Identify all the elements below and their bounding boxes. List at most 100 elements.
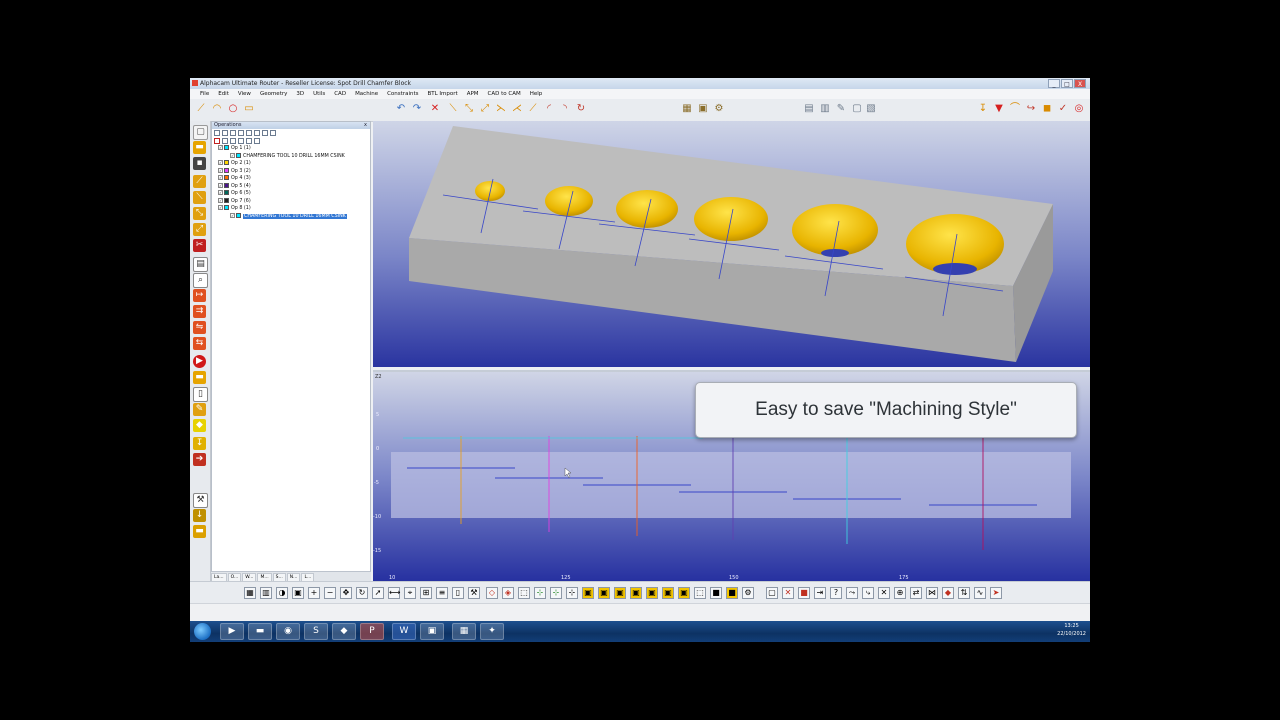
red-arrow-icon[interactable]: ➤ bbox=[990, 587, 1002, 599]
menu-3d[interactable]: 3D bbox=[292, 89, 309, 99]
menu-file[interactable]: File bbox=[196, 89, 214, 99]
drill-bit-icon[interactable]: ↓ bbox=[193, 509, 206, 522]
tool-path-icon[interactable]: ↪ bbox=[1024, 102, 1038, 116]
undo-icon[interactable]: ↶ bbox=[394, 102, 408, 116]
powerpoint-icon[interactable]: P bbox=[360, 623, 384, 640]
operation-checkbox[interactable]: ✓ bbox=[230, 152, 235, 158]
cutter-icon[interactable]: ◼ bbox=[1040, 102, 1054, 116]
gear-icon[interactable]: ⚙ bbox=[742, 587, 754, 599]
operations-panel-close[interactable]: x bbox=[364, 122, 367, 129]
simulate-icon[interactable]: ✓ bbox=[1056, 102, 1070, 116]
print-icon[interactable]: ▤ bbox=[193, 257, 208, 272]
axis-2-icon[interactable]: ⊹ bbox=[550, 587, 562, 599]
operation-checkbox[interactable]: ✓ bbox=[218, 182, 223, 188]
menu-machine[interactable]: Machine bbox=[351, 89, 383, 99]
tool-icon[interactable]: ✦ bbox=[480, 623, 504, 640]
operation-checkbox[interactable]: ✓ bbox=[218, 190, 223, 195]
wrench-tool-icon[interactable]: ⚒ bbox=[468, 587, 480, 599]
open-folder-icon[interactable]: ▬ bbox=[193, 141, 206, 154]
extend-icon[interactable]: ⤡ bbox=[462, 102, 476, 116]
zoom-out-icon[interactable]: − bbox=[324, 587, 336, 599]
solid-front-icon[interactable]: ▣ bbox=[598, 587, 610, 599]
fillet-icon[interactable]: ◜ bbox=[542, 102, 556, 116]
arrow-icon[interactable]: ➔ bbox=[193, 453, 206, 466]
edit-icon[interactable]: ✎ bbox=[834, 102, 848, 116]
browser-icon[interactable]: ◉ bbox=[276, 623, 300, 640]
operation-tool-row[interactable]: ✓ CHAMFERING TOOL 10 DRILL 16MM CSINK bbox=[214, 212, 370, 221]
box-wire-icon[interactable]: ⬚ bbox=[518, 587, 530, 599]
settings-gear-icon[interactable]: ⚙ bbox=[712, 102, 726, 116]
trim-icon[interactable]: ⟍ bbox=[446, 102, 460, 116]
view-iso-icon[interactable]: ▣ bbox=[292, 587, 304, 599]
layer-icon[interactable]: ▦ bbox=[680, 102, 694, 116]
view-front-icon[interactable]: ▥ bbox=[260, 587, 272, 599]
axis-icon[interactable]: ⊹ bbox=[534, 587, 546, 599]
hide-op-icon[interactable] bbox=[254, 138, 260, 144]
operation-checkbox[interactable]: ✓ bbox=[218, 167, 223, 173]
snap-icon[interactable]: ⌖ bbox=[404, 587, 416, 599]
move-up-icon[interactable] bbox=[254, 130, 260, 136]
wrench-icon[interactable]: ⚒ bbox=[193, 493, 208, 508]
clipboard-icon[interactable]: ▢ bbox=[850, 102, 864, 116]
redo-icon[interactable]: ↷ bbox=[410, 102, 424, 116]
record-icon[interactable]: ▶ bbox=[193, 355, 206, 368]
new-file-icon[interactable]: ▢ bbox=[193, 125, 208, 140]
menu-cad-to-cam[interactable]: CAD to CAM bbox=[484, 89, 526, 99]
menu-btl-import[interactable]: BTL Import bbox=[423, 89, 462, 99]
menu-constraints[interactable]: Constraints bbox=[383, 89, 423, 99]
operation-row[interactable]: ✓ Op 1 (1) bbox=[214, 145, 370, 153]
media-player-icon[interactable]: ▶ bbox=[220, 623, 244, 640]
box-red-icon[interactable]: ◇ bbox=[486, 587, 498, 599]
arc-icon[interactable]: ◠ bbox=[210, 102, 224, 116]
question-icon[interactable]: ? bbox=[830, 587, 842, 599]
viewport-3d[interactable] bbox=[373, 121, 1090, 367]
zoom-in-icon[interactable]: + bbox=[308, 587, 320, 599]
operation-row[interactable]: ✓ Op 4 (3) bbox=[214, 175, 370, 183]
menu-utils[interactable]: Utils bbox=[309, 89, 330, 99]
operation-row[interactable]: ✓ Op 3 (2) bbox=[214, 167, 370, 176]
document-icon[interactable]: ▯ bbox=[193, 387, 208, 402]
geometry-icon[interactable]: ⟋ bbox=[193, 175, 206, 188]
axis-3-icon[interactable]: ⊹ bbox=[566, 587, 578, 599]
move-icon[interactable]: ↦ bbox=[193, 289, 206, 302]
rough-finish-icon[interactable]: ⤡ bbox=[193, 207, 206, 220]
shaded-cube-icon[interactable]: ■ bbox=[710, 587, 722, 599]
copy-icon[interactable]: ⇉ bbox=[193, 305, 206, 318]
select-icon[interactable]: ▣ bbox=[696, 102, 710, 116]
offset-icon[interactable]: ⟋ bbox=[526, 102, 540, 116]
operation-row[interactable]: ✓ Op 6 (5) bbox=[214, 190, 370, 198]
machining-icon[interactable]: ⟍ bbox=[193, 191, 206, 204]
delete-op-icon[interactable] bbox=[214, 138, 220, 144]
xmark-icon[interactable]: ✕ bbox=[878, 587, 890, 599]
redraw-icon[interactable]: ↻ bbox=[356, 587, 368, 599]
operation-checkbox[interactable]: ✓ bbox=[218, 197, 223, 203]
engrave-icon[interactable]: ⤢ bbox=[193, 223, 206, 236]
menu-cad[interactable]: CAD bbox=[330, 89, 351, 99]
lock-op-icon[interactable] bbox=[230, 138, 236, 144]
join-icon[interactable]: ⋋ bbox=[494, 102, 508, 116]
view-side-icon[interactable]: ◑ bbox=[276, 587, 288, 599]
wire-cube-icon[interactable]: ⬚ bbox=[694, 587, 706, 599]
operation-checkbox[interactable]: ✓ bbox=[230, 212, 235, 218]
cursor-icon[interactable]: ➚ bbox=[372, 587, 384, 599]
tree-icon[interactable] bbox=[238, 130, 244, 136]
window-icon[interactable]: ▧ bbox=[864, 102, 878, 116]
yellow-square-icon[interactable]: ■ bbox=[726, 587, 738, 599]
skype-icon[interactable]: S bbox=[304, 623, 328, 640]
menu-edit[interactable]: Edit bbox=[214, 89, 234, 99]
close-button[interactable]: X bbox=[1074, 79, 1086, 88]
explorer-icon[interactable]: ▬ bbox=[248, 623, 272, 640]
collapse-all-icon[interactable] bbox=[222, 130, 228, 136]
view-top-icon[interactable]: ▦ bbox=[244, 587, 256, 599]
cut-icon[interactable]: ✂ bbox=[193, 239, 206, 252]
folder-icon[interactable]: ▬ bbox=[193, 371, 206, 384]
menu-view[interactable]: View bbox=[234, 89, 256, 99]
cube-icon[interactable]: ◆ bbox=[193, 419, 206, 432]
show-op-icon[interactable] bbox=[246, 138, 252, 144]
mirror-icon[interactable]: ⇋ bbox=[193, 321, 206, 334]
operation-row[interactable]: ✓ Op 8 (1) bbox=[214, 205, 370, 213]
path-icon[interactable]: ⤳ bbox=[846, 587, 858, 599]
rectangle-icon[interactable]: ▭ bbox=[242, 102, 256, 116]
pocket-icon[interactable]: ▼ bbox=[992, 102, 1006, 116]
solid-iso-icon[interactable]: ▣ bbox=[630, 587, 642, 599]
